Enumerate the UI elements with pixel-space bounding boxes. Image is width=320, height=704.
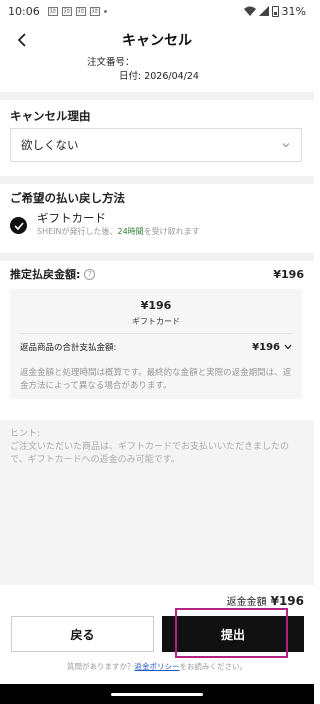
- more-notifications-dot-icon: [103, 9, 107, 13]
- refund-method-desc-suffix: を受け取れます: [143, 227, 200, 236]
- order-meta: 注文番号： 日付: 2026/04/24: [87, 56, 199, 84]
- section-divider: [0, 176, 314, 184]
- refund-total-label: 返金金額: [226, 597, 267, 608]
- order-number-label: 注文番号：: [87, 57, 135, 68]
- policy-prefix: 質問がありますか？: [67, 662, 135, 671]
- refund-box-method: ギフトカード: [132, 317, 180, 326]
- status-time: 10:06: [8, 4, 40, 18]
- wifi-icon: [243, 6, 256, 16]
- total-paid-value: ¥196: [252, 341, 280, 353]
- refund-box-amount: ¥196: [140, 299, 172, 312]
- refund-summary-box: ¥196 ギフトカード 返品商品の合計支払金額: ¥196 返金金額と処理時間は…: [10, 289, 302, 399]
- refund-method-desc-highlight: 24時間: [117, 227, 144, 236]
- notification-icons: ﾇｶ ﾇｶ ﾇｶ ﾇｶ: [47, 6, 107, 16]
- notification-icon: ﾇｶ: [89, 6, 100, 16]
- chevron-down-icon: [282, 143, 290, 148]
- section-divider: [0, 92, 314, 100]
- total-paid-row[interactable]: 返品商品の合計支払金額: ¥196: [20, 341, 292, 353]
- cancel-reason-title: キャンセル理由: [10, 109, 91, 123]
- order-date: 日付: 2026/04/24: [119, 71, 199, 82]
- cancel-reason-value: 欲しくない: [21, 138, 79, 152]
- chevron-left-icon: [17, 33, 26, 47]
- refund-total-value: ¥196: [270, 594, 304, 608]
- refund-method-desc-prefix: SHEINが発行した後、: [37, 227, 118, 236]
- notification-icon: ﾇｶ: [61, 6, 72, 16]
- hint-text: ご注文いただいた商品は、ギフトカードでお支払いいただきましたので、ギフトカードへ…: [10, 442, 290, 465]
- total-paid-label: 返品商品の合計支払金額:: [20, 343, 117, 353]
- back-button[interactable]: [10, 28, 34, 52]
- policy-suffix: をお読みください。: [179, 662, 248, 671]
- refund-method-description: SHEINが発行した後、24時間を受け取れます: [37, 226, 200, 238]
- hint-box: ヒント: ご注文いただいた商品は、ギフトカードでお支払いいただきましたので、ギフ…: [0, 420, 314, 585]
- signal-icon: [258, 6, 269, 16]
- policy-line: 質問がありますか？返金ポリシーをお読みください。: [0, 661, 314, 672]
- notification-icon: ﾇｶ: [75, 6, 86, 16]
- divider: [20, 333, 292, 334]
- info-icon[interactable]: ?: [84, 268, 96, 280]
- battery-icon: [271, 5, 279, 17]
- refund-total: 返金金額 ¥196: [227, 593, 304, 608]
- page-header: キャンセル: [0, 26, 314, 54]
- hint-label: ヒント:: [10, 429, 41, 439]
- estimated-refund-amount: ¥196: [273, 267, 304, 281]
- page-title: キャンセル: [122, 33, 192, 49]
- status-bar: 10:06 ﾇｶ ﾇｶ ﾇｶ ﾇｶ 31%: [0, 0, 314, 22]
- home-handle[interactable]: [111, 692, 203, 696]
- refund-method-option[interactable]: ギフトカード SHEINが発行した後、24時間を受け取れます: [10, 210, 302, 238]
- submit-button[interactable]: 提出: [162, 616, 304, 652]
- refund-policy-link[interactable]: 返金ポリシー: [135, 662, 180, 671]
- estimated-refund-label: 推定払戻金額:: [10, 268, 81, 281]
- estimated-refund-header: 推定払戻金額: ? ¥196: [10, 266, 304, 282]
- section-divider: [0, 253, 314, 261]
- refund-method-title: ご希望の払い戻し方法: [10, 191, 125, 205]
- system-nav-bar: [0, 684, 314, 704]
- notification-icon: ﾇｶ: [47, 6, 58, 16]
- chevron-down-icon: [284, 344, 292, 350]
- selected-check-icon[interactable]: [10, 217, 27, 234]
- battery-percent: 31%: [281, 4, 306, 18]
- refund-note: 返金金額と処理時間は概算です。最終的な金額と実際の返金期間は、返金方法によって異…: [20, 368, 292, 391]
- refund-method-name: ギフトカード: [37, 211, 106, 225]
- return-button[interactable]: 戻る: [11, 616, 154, 652]
- cancel-reason-select[interactable]: 欲しくない: [10, 128, 302, 162]
